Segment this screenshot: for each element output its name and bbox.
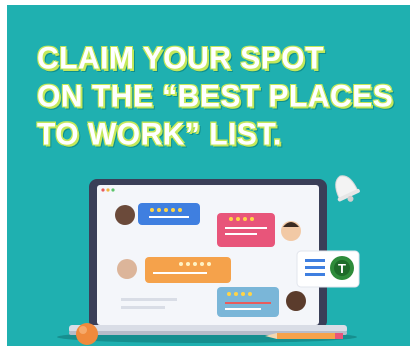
avatar-icon [117, 259, 137, 279]
headline-line-2: ON THE “BEST PLACES [37, 79, 394, 114]
verified-badge-card: T [296, 250, 360, 288]
review-bubble-1 [115, 203, 200, 225]
laptop-illustration: T [57, 175, 360, 345]
bell-icon [335, 175, 360, 202]
headline-line-1: CLAIM YOUR SPOT [37, 41, 324, 76]
avatar-icon [115, 205, 135, 225]
verified-badge-icon: T [330, 256, 354, 280]
pencil-icon [265, 333, 343, 339]
badge-letter: T [338, 261, 346, 276]
avatar-icon [286, 291, 306, 311]
headline: CLAIM YOUR SPOT ON THE “BEST PLACES TO W… [37, 40, 397, 153]
headline-line-3: TO WORK” LIST. [37, 116, 282, 152]
promo-card: CLAIM YOUR SPOT ON THE “BEST PLACES TO W… [7, 5, 410, 346]
ball-icon [76, 323, 98, 345]
